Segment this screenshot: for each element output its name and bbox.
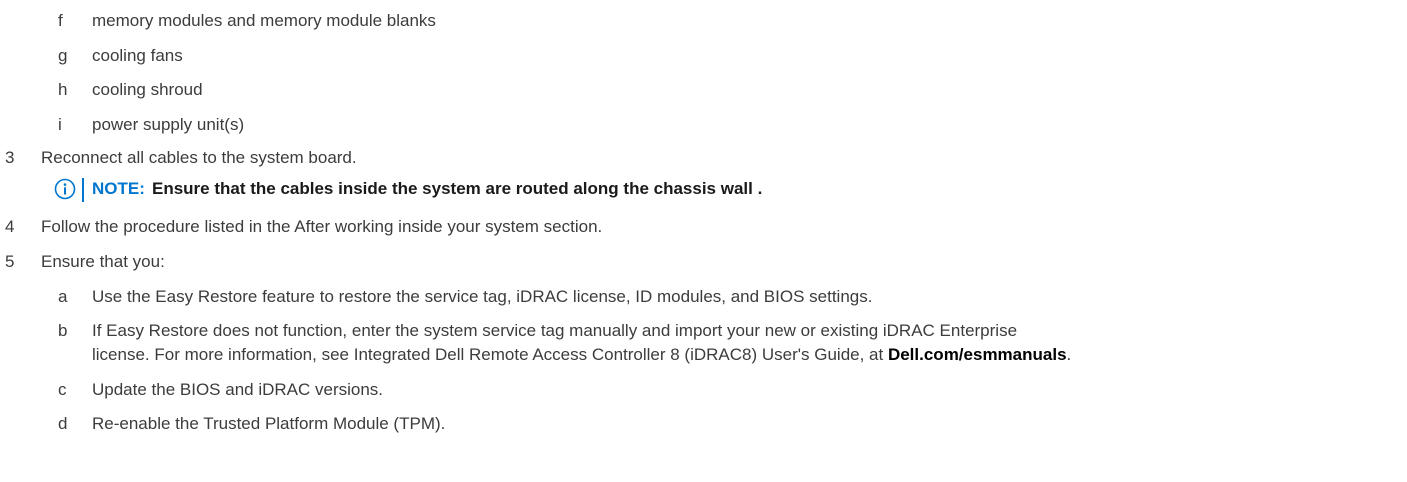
list-marker: b: [58, 321, 68, 340]
list-item-text: memory modules and memory module blanks: [92, 11, 436, 30]
list-item-text-line2: license. For more information, see Integ…: [92, 345, 1071, 365]
step-number: 4: [5, 217, 15, 236]
step-number: 5: [5, 252, 15, 271]
step-text: Reconnect all cables to the system board…: [41, 148, 357, 167]
step-text: Ensure that you:: [41, 252, 165, 271]
note-label: NOTE:: [92, 179, 145, 198]
list-item-text: cooling fans: [92, 46, 183, 65]
list-marker: h: [58, 80, 68, 99]
info-circle-icon: [54, 178, 76, 200]
note-divider: [82, 178, 84, 202]
list-marker: a: [58, 287, 68, 306]
list-marker: c: [58, 380, 67, 399]
list-item-text: If Easy Restore does not function, enter…: [92, 321, 1018, 340]
list-marker: f: [58, 11, 63, 30]
list-item-text: power supply unit(s): [92, 115, 245, 134]
list-marker: d: [58, 414, 68, 433]
list-item-text: Re-enable the Trusted Platform Module (T…: [92, 414, 446, 433]
document-page: f memory modules and memory module blank…: [0, 0, 1407, 482]
step-text: Follow the procedure listed in the After…: [41, 217, 603, 236]
esm-manuals-link[interactable]: Dell.com/esmmanuals: [888, 345, 1067, 364]
list-item-text: Use the Easy Restore feature to restore …: [92, 287, 873, 306]
list-item-text: Update the BIOS and iDRAC versions.: [92, 380, 384, 399]
step-number: 3: [5, 148, 15, 167]
note-text: Ensure that the cables inside the system…: [152, 179, 763, 198]
list-item-text: cooling shroud: [92, 80, 203, 99]
list-marker: g: [58, 46, 68, 65]
list-item-text-suffix: .: [1066, 345, 1072, 364]
list-marker: i: [58, 115, 62, 134]
list-item-text-prefix: license. For more information, see Integ…: [92, 345, 888, 364]
